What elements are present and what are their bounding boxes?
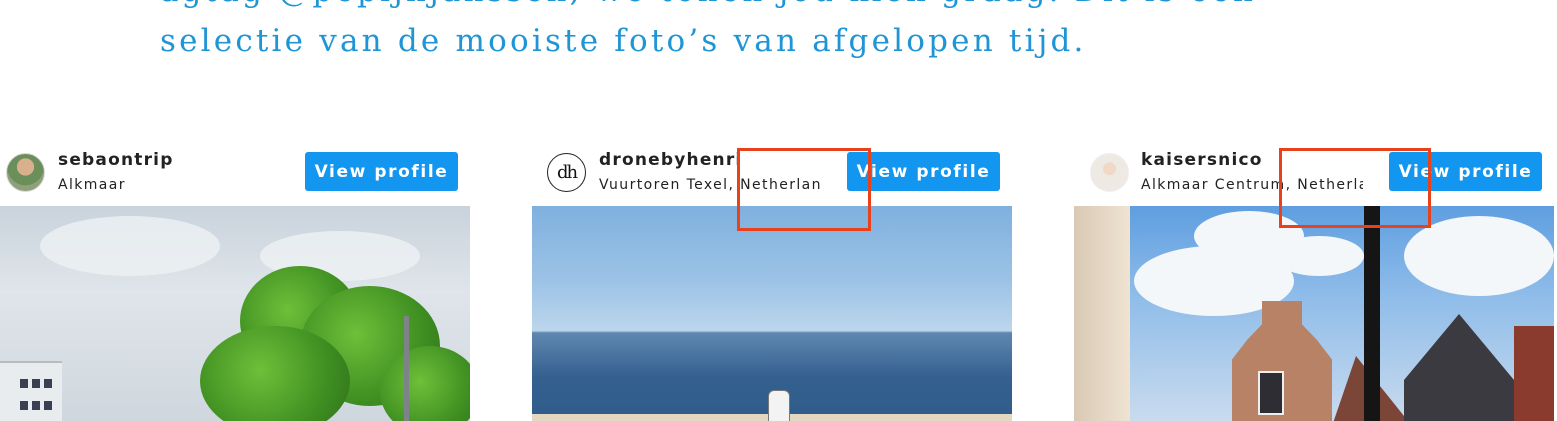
username[interactable]: kaisersnico	[1141, 150, 1263, 170]
avatar[interactable]	[1090, 153, 1129, 192]
avatar[interactable]: dh	[547, 153, 586, 192]
intro-text: agtag @pepijnjanssen, we tonen jou kiek …	[160, 0, 1360, 66]
username[interactable]: dronebyhenri	[599, 150, 742, 170]
post-photo[interactable]	[532, 206, 1012, 421]
post-card-sebaontrip: sebaontrip Alkmaar View profile	[0, 148, 480, 421]
post-photo[interactable]	[0, 206, 470, 421]
location: Alkmaar	[58, 177, 126, 193]
post-header: sebaontrip Alkmaar View profile	[0, 148, 480, 206]
highlight-box	[1279, 148, 1431, 228]
avatar-logo: dh	[556, 162, 578, 183]
post-photo[interactable]	[1074, 206, 1554, 421]
view-profile-button[interactable]: View profile	[305, 152, 458, 191]
username[interactable]: sebaontrip	[58, 150, 174, 170]
highlight-box	[737, 148, 871, 231]
lighthouse-icon	[768, 390, 790, 421]
avatar[interactable]	[6, 153, 45, 192]
intro-line-2: selectie van de mooiste foto’s van afgel…	[160, 23, 1087, 59]
intro-line-1: agtag @pepijnjanssen, we tonen jou kiek …	[160, 0, 1360, 16]
